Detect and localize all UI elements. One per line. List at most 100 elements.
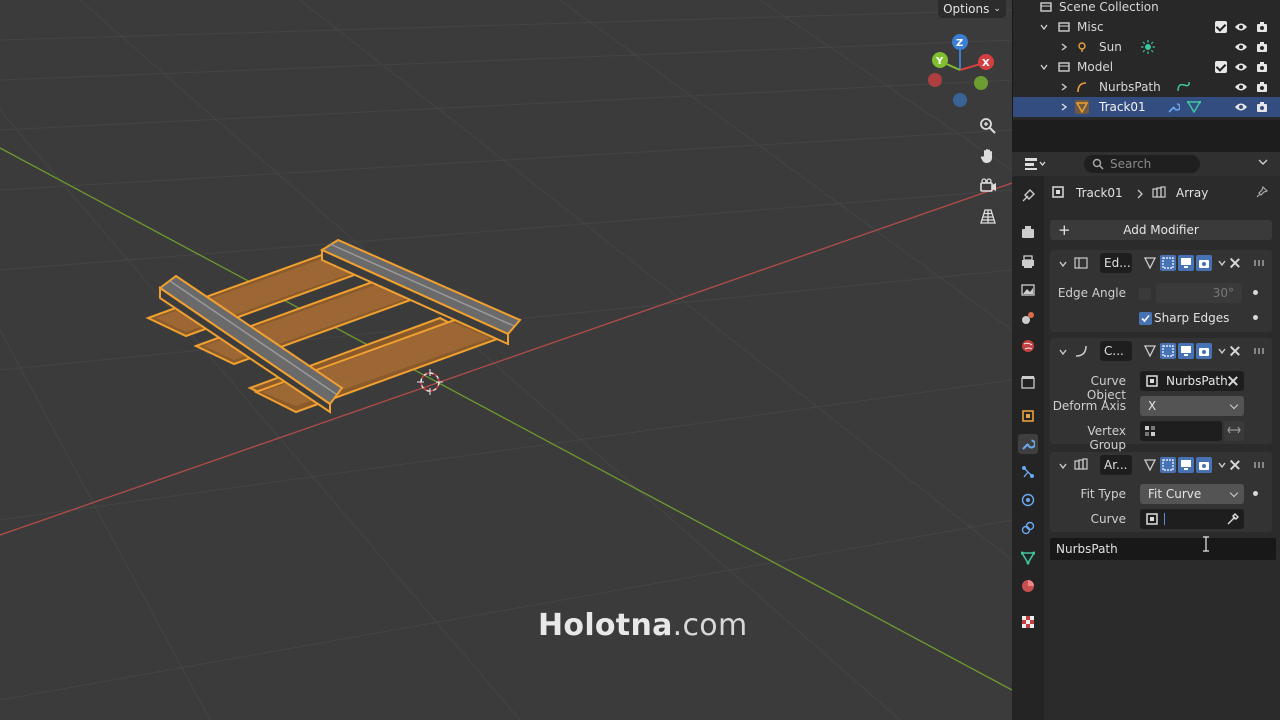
render-camera-icon[interactable] bbox=[1255, 20, 1269, 34]
pan-view-button[interactable] bbox=[976, 144, 1000, 168]
invert-vertex-group-button[interactable] bbox=[1224, 421, 1244, 441]
tab-world[interactable] bbox=[1018, 336, 1038, 356]
render-camera-icon[interactable] bbox=[1255, 40, 1269, 54]
edge-angle-field[interactable]: 30° bbox=[1156, 283, 1242, 303]
eye-icon[interactable] bbox=[1234, 40, 1248, 54]
watermark-brand: Holotna bbox=[538, 608, 673, 643]
tab-object[interactable] bbox=[1018, 406, 1038, 426]
modifier-name-field[interactable]: Ar... bbox=[1100, 455, 1132, 475]
chevron-down-icon[interactable] bbox=[1214, 255, 1230, 271]
properties-search-field[interactable]: Search bbox=[1084, 155, 1200, 173]
render-camera-icon[interactable] bbox=[1255, 80, 1269, 94]
chevron-down-icon[interactable] bbox=[1058, 258, 1068, 272]
eye-icon[interactable] bbox=[1234, 100, 1248, 114]
outliner-row-nurbspath[interactable]: NurbsPath bbox=[1013, 77, 1280, 97]
tab-texture[interactable] bbox=[1018, 612, 1038, 632]
edit-mode-icon[interactable] bbox=[1160, 343, 1176, 359]
camera-view-button[interactable] bbox=[976, 174, 1000, 198]
outliner-row-model[interactable]: Model bbox=[1013, 57, 1280, 77]
outliner-row-scene-collection[interactable]: Scene Collection bbox=[1013, 0, 1280, 17]
on-cage-icon[interactable] bbox=[1142, 343, 1158, 359]
tab-tool[interactable] bbox=[1018, 186, 1038, 206]
editor-type-icon[interactable] bbox=[1024, 156, 1046, 175]
render-camera-icon[interactable] bbox=[1196, 343, 1212, 359]
outliner-row-sun[interactable]: Sun bbox=[1013, 37, 1280, 57]
remove-modifier-icon[interactable] bbox=[1230, 258, 1240, 268]
tab-data[interactable] bbox=[1018, 548, 1038, 568]
render-camera-icon[interactable] bbox=[1255, 100, 1269, 114]
tab-view-layer[interactable] bbox=[1018, 280, 1038, 300]
viewport-scene: Z X Y bbox=[0, 0, 1012, 720]
on-cage-icon[interactable] bbox=[1142, 255, 1158, 271]
on-cage-icon[interactable] bbox=[1142, 457, 1158, 473]
vertex-group-field[interactable] bbox=[1140, 421, 1222, 441]
tab-particles[interactable] bbox=[1018, 462, 1038, 482]
curve-object-field[interactable]: NurbsPath bbox=[1140, 371, 1244, 391]
edit-mode-icon[interactable] bbox=[1160, 255, 1176, 271]
eye-icon[interactable] bbox=[1234, 20, 1248, 34]
remove-modifier-icon[interactable] bbox=[1230, 346, 1240, 356]
zoom-view-button[interactable] bbox=[976, 114, 1000, 138]
drag-handle-icon[interactable] bbox=[1254, 260, 1266, 266]
chevron-right-icon[interactable] bbox=[1057, 40, 1071, 54]
curve-field[interactable] bbox=[1140, 509, 1244, 529]
keyframe-dot[interactable] bbox=[1253, 290, 1258, 295]
tab-constraints[interactable] bbox=[1018, 518, 1038, 538]
render-camera-icon[interactable] bbox=[1255, 60, 1269, 74]
edge-angle-checkbox[interactable] bbox=[1139, 288, 1151, 300]
deform-axis-dropdown[interactable]: X bbox=[1140, 396, 1244, 416]
drag-handle-icon[interactable] bbox=[1254, 462, 1266, 468]
drag-handle-icon[interactable] bbox=[1254, 348, 1266, 354]
constraint-icon bbox=[1021, 521, 1035, 535]
light-icon bbox=[1075, 40, 1089, 54]
chevron-down-icon[interactable] bbox=[1214, 457, 1230, 473]
dropdown-item-nurbspath[interactable]: NurbsPath bbox=[1056, 542, 1118, 556]
outliner-row-misc[interactable]: Misc bbox=[1013, 17, 1280, 37]
render-camera-icon[interactable] bbox=[1196, 457, 1212, 473]
navigation-gizmo[interactable]: Z X Y bbox=[928, 34, 994, 107]
render-camera-icon[interactable] bbox=[1196, 255, 1212, 271]
modifier-name-field[interactable]: C... bbox=[1100, 341, 1132, 361]
edit-mode-icon[interactable] bbox=[1160, 457, 1176, 473]
track-model[interactable] bbox=[145, 238, 522, 414]
tab-scene[interactable] bbox=[1018, 308, 1038, 328]
3d-viewport[interactable]: Z X Y Options ⌄ Holotna.com bbox=[0, 0, 1012, 720]
chevron-down-icon[interactable] bbox=[1214, 343, 1230, 359]
exclude-checkbox[interactable] bbox=[1215, 61, 1227, 73]
monitor-icon[interactable] bbox=[1178, 255, 1194, 271]
chevron-down-icon[interactable] bbox=[1058, 460, 1068, 474]
texture-icon bbox=[1022, 616, 1034, 628]
outliner-row-track01[interactable]: Track01 bbox=[1013, 97, 1280, 117]
tab-output[interactable] bbox=[1018, 252, 1038, 272]
sharp-edges-checkbox[interactable] bbox=[1139, 312, 1152, 325]
tab-render[interactable] bbox=[1018, 222, 1038, 242]
eye-icon[interactable] bbox=[1234, 60, 1248, 74]
camera-icon bbox=[980, 178, 996, 192]
monitor-icon[interactable] bbox=[1178, 457, 1194, 473]
chevron-down-icon[interactable] bbox=[1037, 20, 1051, 34]
eye-icon[interactable] bbox=[1234, 80, 1248, 94]
fit-type-dropdown[interactable]: Fit Curve bbox=[1140, 484, 1244, 504]
chevron-down-icon[interactable] bbox=[1058, 346, 1068, 360]
remove-modifier-icon[interactable] bbox=[1230, 460, 1240, 470]
keyframe-dot[interactable] bbox=[1253, 491, 1258, 496]
perspective-toggle-button[interactable] bbox=[976, 204, 1000, 228]
chevron-right-icon[interactable] bbox=[1057, 80, 1071, 94]
tab-collection[interactable] bbox=[1018, 372, 1038, 392]
pin-icon[interactable] bbox=[1256, 185, 1269, 201]
tab-material[interactable] bbox=[1018, 576, 1038, 596]
exclude-checkbox[interactable] bbox=[1215, 21, 1227, 33]
tab-modifiers[interactable] bbox=[1018, 434, 1038, 454]
eyedropper-icon[interactable] bbox=[1226, 512, 1240, 529]
modifier-name-field[interactable]: Ed... bbox=[1100, 253, 1132, 273]
tab-physics[interactable] bbox=[1018, 490, 1038, 510]
monitor-icon[interactable] bbox=[1178, 343, 1194, 359]
viewport-options-button[interactable]: Options ⌄ bbox=[938, 0, 1006, 18]
keyframe-dot[interactable] bbox=[1253, 315, 1258, 320]
curve-object-label: Curve Object bbox=[1086, 374, 1126, 402]
chevron-down-icon[interactable] bbox=[1037, 60, 1051, 74]
chevron-right-icon[interactable] bbox=[1057, 100, 1071, 114]
chevron-down-icon[interactable] bbox=[1257, 156, 1269, 171]
add-modifier-button[interactable]: + Add Modifier bbox=[1050, 220, 1272, 240]
clear-field-icon[interactable] bbox=[1228, 376, 1238, 386]
